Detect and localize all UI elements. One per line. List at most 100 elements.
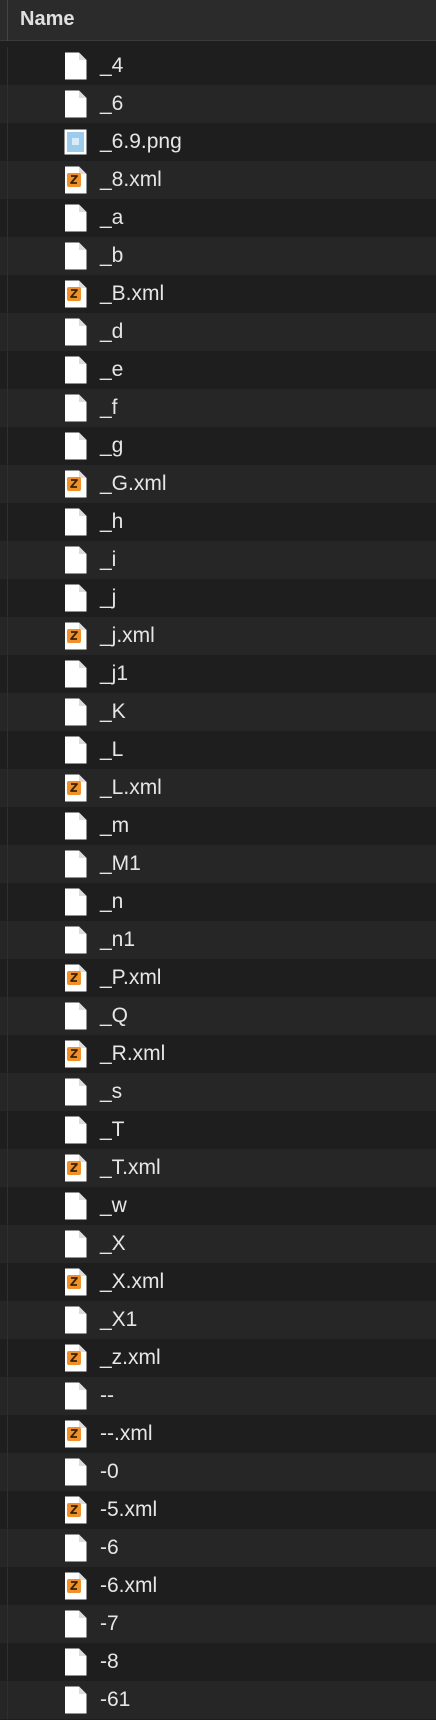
- xml-file-icon: [64, 1344, 87, 1372]
- file-name-label: -6: [100, 1536, 119, 1559]
- file-row[interactable]: _X: [0, 1225, 436, 1263]
- file-row[interactable]: -0: [0, 1453, 436, 1491]
- document-icon: [64, 584, 87, 612]
- file-name-label: _s: [100, 1080, 123, 1103]
- column-divider: [7, 655, 8, 693]
- file-row[interactable]: _T.xml: [0, 1149, 436, 1187]
- file-row[interactable]: _h: [0, 503, 436, 541]
- file-list: _4 _6 _6.9.png _8.xml _a _b _B.xml _d _e _f _g _G.x…: [0, 47, 436, 1719]
- file-name-label: _K: [100, 700, 126, 723]
- file-row[interactable]: _i: [0, 541, 436, 579]
- xml-file-icon: [64, 964, 87, 992]
- column-divider: [7, 807, 8, 845]
- file-name-label: _n: [100, 890, 124, 913]
- file-row[interactable]: _f: [0, 389, 436, 427]
- file-name-label: _z.xml: [100, 1346, 161, 1369]
- file-name-label: _P.xml: [100, 966, 162, 989]
- file-row[interactable]: _K: [0, 693, 436, 731]
- xml-file-icon: [64, 1154, 87, 1182]
- file-row[interactable]: -6: [0, 1529, 436, 1567]
- column-divider: [7, 617, 8, 655]
- column-divider: [7, 1301, 8, 1339]
- column-divider: [7, 389, 8, 427]
- column-divider: [7, 1225, 8, 1263]
- file-row[interactable]: _b: [0, 237, 436, 275]
- file-name-label: _L.xml: [100, 776, 162, 799]
- column-divider: [7, 351, 8, 389]
- column-divider: [7, 1643, 8, 1681]
- file-row[interactable]: _n1: [0, 921, 436, 959]
- document-icon: [64, 660, 87, 688]
- file-row[interactable]: _s: [0, 1073, 436, 1111]
- file-row[interactable]: _L.xml: [0, 769, 436, 807]
- file-name-label: -6.xml: [100, 1574, 158, 1597]
- xml-file-icon: [64, 1040, 87, 1068]
- file-row[interactable]: _B.xml: [0, 275, 436, 313]
- document-icon: [64, 394, 87, 422]
- file-name-label: -61: [100, 1688, 131, 1711]
- column-divider: [7, 579, 8, 617]
- file-row[interactable]: _P.xml: [0, 959, 436, 997]
- file-row[interactable]: _X.xml: [0, 1263, 436, 1301]
- file-row[interactable]: -6.xml: [0, 1567, 436, 1605]
- column-divider: [7, 1377, 8, 1415]
- file-row[interactable]: _4: [0, 47, 436, 85]
- file-row[interactable]: _L: [0, 731, 436, 769]
- document-icon: [64, 204, 87, 232]
- file-row[interactable]: _m: [0, 807, 436, 845]
- file-row[interactable]: _j.xml: [0, 617, 436, 655]
- file-name-label: _e: [100, 358, 124, 381]
- file-row[interactable]: --.xml: [0, 1415, 436, 1453]
- column-divider: [7, 237, 8, 275]
- file-name-label: -5.xml: [100, 1498, 158, 1521]
- xml-file-icon: [64, 1572, 87, 1600]
- document-icon: [64, 888, 87, 916]
- file-row[interactable]: _w: [0, 1187, 436, 1225]
- column-divider: [7, 465, 8, 503]
- column-divider: [7, 199, 8, 237]
- file-row[interactable]: -8: [0, 1643, 436, 1681]
- document-icon: [64, 546, 87, 574]
- document-icon: [64, 52, 87, 80]
- file-row[interactable]: _a: [0, 199, 436, 237]
- column-divider: [7, 959, 8, 997]
- column-divider: [7, 427, 8, 465]
- file-row[interactable]: _6: [0, 85, 436, 123]
- column-divider: [7, 1149, 8, 1187]
- document-icon: [64, 926, 87, 954]
- file-row[interactable]: _6.9.png: [0, 123, 436, 161]
- file-row[interactable]: _G.xml: [0, 465, 436, 503]
- file-row[interactable]: --: [0, 1377, 436, 1415]
- file-name-label: _8.xml: [100, 168, 162, 191]
- file-row[interactable]: _X1: [0, 1301, 436, 1339]
- file-row[interactable]: _j1: [0, 655, 436, 693]
- file-name-label: _X: [100, 1232, 126, 1255]
- file-row[interactable]: _M1: [0, 845, 436, 883]
- file-row[interactable]: _n: [0, 883, 436, 921]
- column-header-bar: Name: [0, 0, 436, 41]
- column-divider: [7, 921, 8, 959]
- document-icon: [64, 1534, 87, 1562]
- file-name-label: _T.xml: [100, 1156, 161, 1179]
- file-row[interactable]: _g: [0, 427, 436, 465]
- document-icon: [64, 1116, 87, 1144]
- file-row[interactable]: -61: [0, 1681, 436, 1719]
- file-name-label: _n1: [100, 928, 136, 951]
- name-column-header[interactable]: Name: [20, 0, 74, 40]
- column-divider: [7, 1605, 8, 1643]
- column-divider: [7, 1187, 8, 1225]
- file-row[interactable]: _j: [0, 579, 436, 617]
- file-name-label: _G.xml: [100, 472, 167, 495]
- file-row[interactable]: _T: [0, 1111, 436, 1149]
- file-row[interactable]: _e: [0, 351, 436, 389]
- file-row[interactable]: -7: [0, 1605, 436, 1643]
- file-name-label: _g: [100, 434, 124, 457]
- document-icon: [64, 1230, 87, 1258]
- file-row[interactable]: _8.xml: [0, 161, 436, 199]
- file-row[interactable]: -5.xml: [0, 1491, 436, 1529]
- file-row[interactable]: _R.xml: [0, 1035, 436, 1073]
- file-row[interactable]: _z.xml: [0, 1339, 436, 1377]
- file-row[interactable]: _d: [0, 313, 436, 351]
- file-name-label: _b: [100, 244, 124, 267]
- file-row[interactable]: _Q: [0, 997, 436, 1035]
